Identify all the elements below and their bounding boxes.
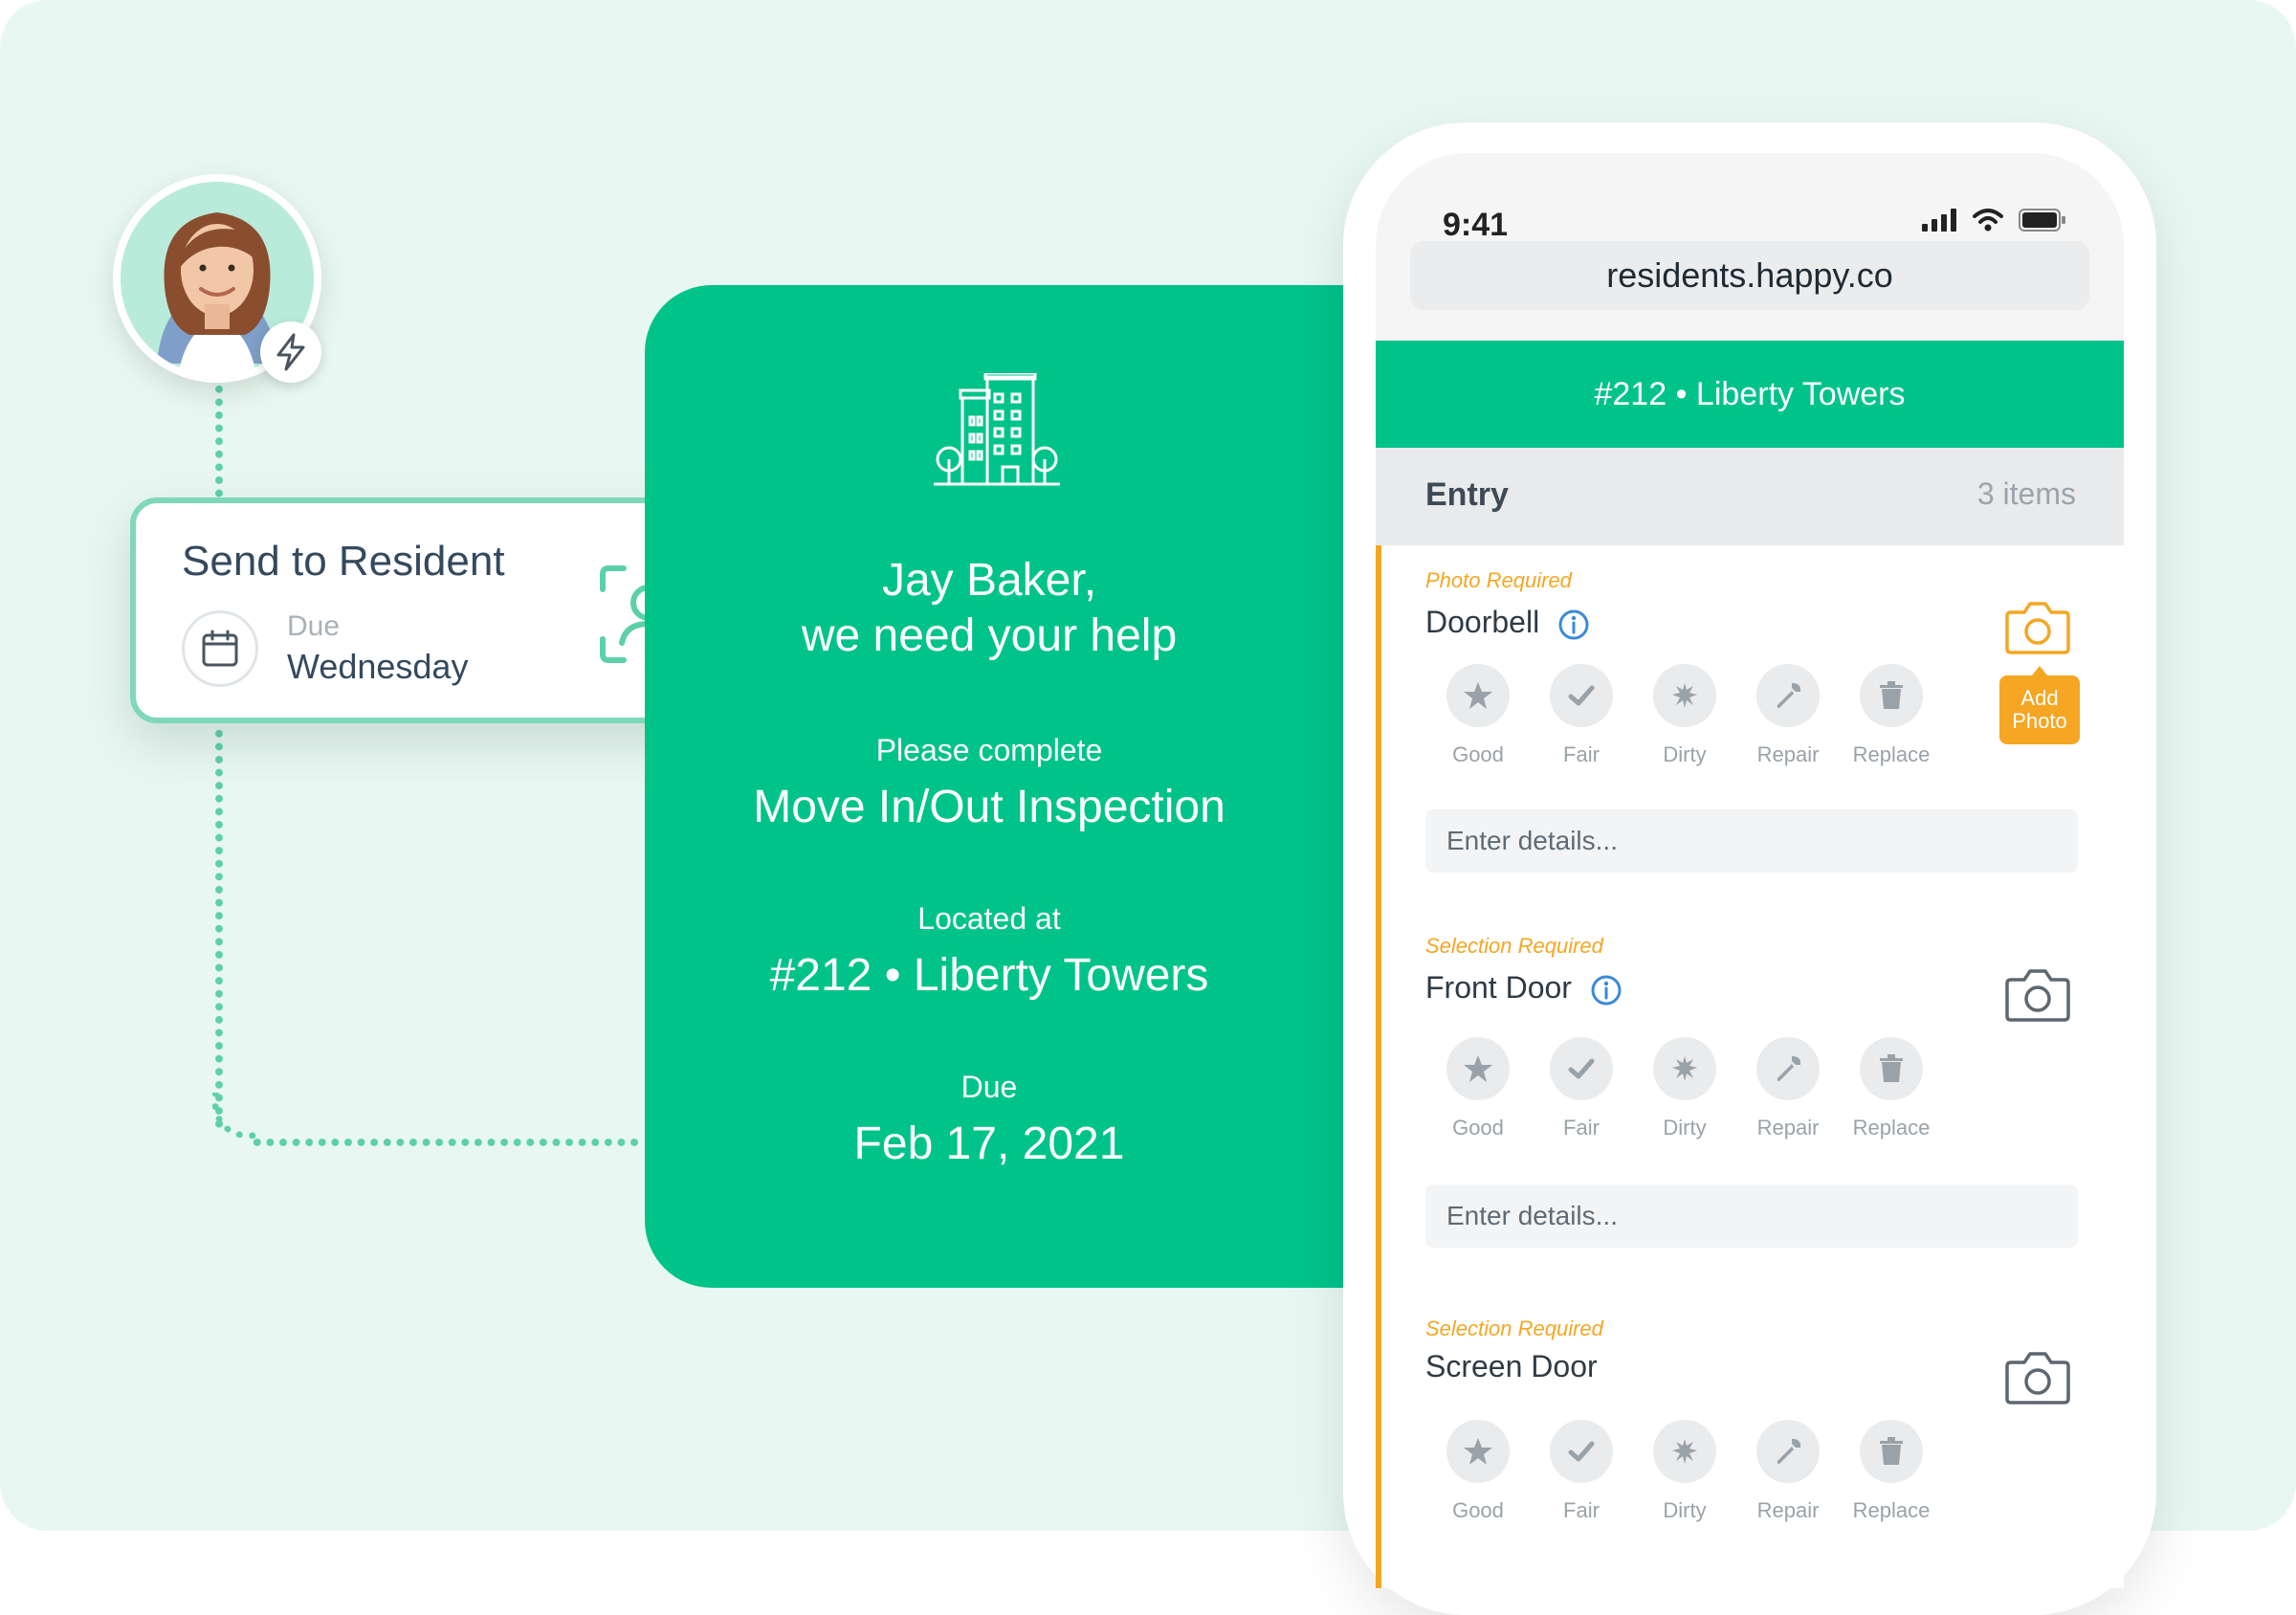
signal-icon	[1922, 209, 1957, 232]
condition-good[interactable]: Good	[1425, 1420, 1531, 1523]
section-count: 3 items	[1976, 476, 2076, 511]
star-icon	[1464, 1438, 1492, 1465]
item-name-text: Doorbell	[1425, 605, 1540, 639]
connector-line-bottom	[214, 727, 224, 1129]
inspection-item: Selection Required Screen Door Good Fair…	[1376, 1295, 2124, 1588]
splat-icon	[1672, 683, 1697, 708]
trash-icon	[1880, 1054, 1903, 1082]
item-name-text: Screen Door	[1425, 1349, 1598, 1383]
connector-line-horizontal	[251, 1138, 643, 1147]
calendar-icon	[202, 630, 238, 667]
item-name-text: Front Door	[1425, 970, 1572, 1005]
invite-due-label: Due	[960, 1070, 1018, 1104]
camera-icon[interactable]	[2003, 599, 2072, 656]
requirement-label: Selection Required	[1425, 934, 1603, 958]
send-card-title: Send to Resident	[182, 538, 505, 585]
condition-dirty[interactable]: Dirty	[1632, 664, 1737, 767]
task-value: Move In/Out Inspection	[753, 782, 1225, 832]
required-indicator	[1376, 1295, 1381, 1588]
url-bar[interactable]: residents.happy.co	[1410, 241, 2089, 310]
greeting: Jay Baker, we need your help	[645, 553, 1334, 664]
item-name: Front Door	[1425, 970, 1623, 1007]
star-icon	[1464, 682, 1492, 709]
calendar-badge	[182, 610, 258, 687]
invite-due-value: Feb 17, 2021	[853, 1118, 1125, 1169]
phone-screen: 9:41 residents.happy.co #212 • Liberty T…	[1376, 153, 2124, 1588]
building-icon	[934, 373, 1060, 486]
camera-icon[interactable]	[2003, 966, 2072, 1024]
app-header-title: #212 • Liberty Towers	[1376, 341, 2124, 448]
condition-repair[interactable]: Repair	[1735, 1420, 1841, 1523]
connector-line-top	[214, 383, 224, 498]
details-input[interactable]: Enter details...	[1425, 809, 2078, 873]
wrench-icon	[1777, 1439, 1801, 1464]
battery-icon	[2019, 209, 2065, 232]
wrench-icon	[1777, 683, 1801, 708]
info-icon[interactable]	[1557, 608, 1590, 641]
requirement-label: Photo Required	[1425, 568, 1572, 592]
info-icon[interactable]	[1590, 974, 1623, 1007]
inspection-item: Photo Required Doorbell Add Photo Good F…	[1376, 545, 2124, 915]
lightning-badge	[260, 321, 321, 383]
condition-replace[interactable]: Replace	[1839, 664, 1944, 767]
condition-replace[interactable]: Replace	[1839, 1420, 1944, 1523]
condition-fair[interactable]: Fair	[1529, 664, 1634, 767]
condition-fair[interactable]: Fair	[1529, 1420, 1634, 1523]
greeting-name: Jay Baker,	[881, 555, 1097, 606]
condition-good[interactable]: Good	[1425, 664, 1531, 767]
condition-repair[interactable]: Repair	[1735, 664, 1841, 767]
check-icon	[1568, 1058, 1595, 1079]
splat-icon	[1672, 1439, 1697, 1464]
lightning-icon	[276, 333, 305, 371]
location-label: Located at	[917, 901, 1061, 936]
condition-fair[interactable]: Fair	[1529, 1037, 1634, 1140]
trash-icon	[1880, 1437, 1903, 1465]
status-icons	[1922, 209, 2066, 236]
required-indicator	[1376, 545, 1381, 913]
check-icon	[1568, 1441, 1595, 1462]
splat-icon	[1672, 1056, 1697, 1081]
task-label: Please complete	[875, 733, 1103, 767]
condition-dirty[interactable]: Dirty	[1632, 1037, 1737, 1140]
camera-icon[interactable]	[2003, 1349, 2072, 1406]
wrench-icon	[1777, 1056, 1801, 1081]
section-header[interactable]: Entry 3 items	[1376, 448, 2124, 545]
trash-icon	[1880, 681, 1903, 709]
phone-mockup: 9:41 residents.happy.co #212 • Liberty T…	[1343, 122, 2156, 1615]
condition-replace[interactable]: Replace	[1839, 1037, 1944, 1140]
section-title: Entry	[1425, 476, 1509, 513]
due-value: Wednesday	[287, 647, 469, 686]
required-indicator	[1376, 913, 1381, 1295]
condition-dirty[interactable]: Dirty	[1632, 1420, 1737, 1523]
check-icon	[1568, 685, 1595, 706]
location-value: #212 • Liberty Towers	[769, 950, 1209, 1001]
requirement-label: Selection Required	[1425, 1316, 1603, 1340]
due-label: Due	[287, 610, 341, 642]
details-input[interactable]: Enter details...	[1425, 1184, 2078, 1248]
wifi-icon	[1972, 209, 2003, 232]
condition-good[interactable]: Good	[1425, 1037, 1531, 1140]
condition-repair[interactable]: Repair	[1735, 1037, 1841, 1140]
star-icon	[1464, 1055, 1492, 1082]
resident-invitation-card: Jay Baker, we need your help Please comp…	[645, 285, 1353, 1288]
item-name: Doorbell	[1425, 605, 1590, 641]
add-photo-button[interactable]: Add Photo	[1999, 666, 2080, 744]
status-time: 9:41	[1443, 207, 1509, 243]
greeting-message: we need your help	[801, 610, 1178, 661]
inspection-item: Selection Required Front Door Good Fair	[1376, 913, 2124, 1297]
